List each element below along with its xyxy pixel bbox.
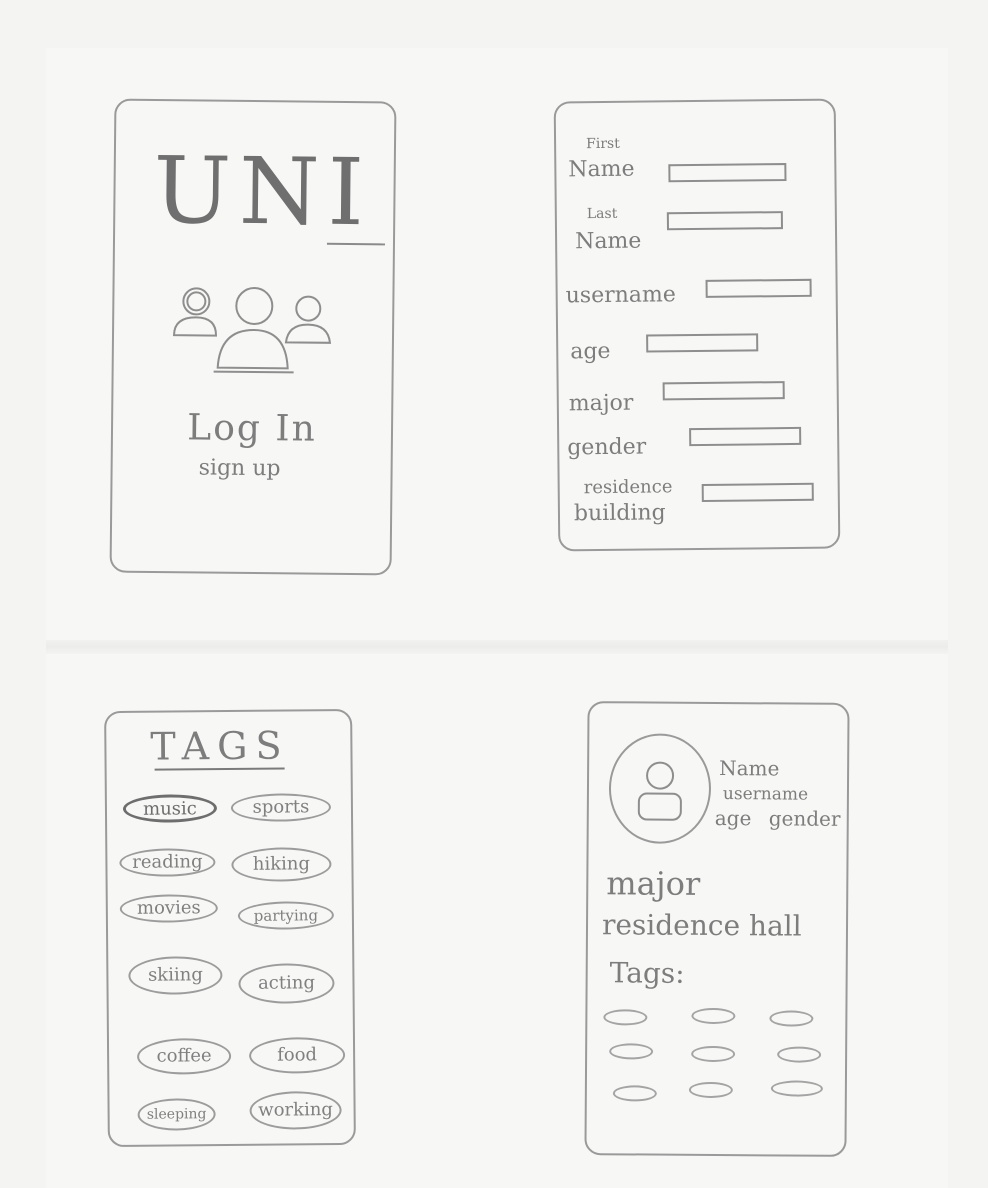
gender-field[interactable] <box>689 426 802 447</box>
app-logo: UNI <box>152 136 373 247</box>
last-name-label-top: Last <box>586 205 618 223</box>
tag-food[interactable]: food <box>248 1037 346 1074</box>
age-field[interactable] <box>646 333 759 353</box>
tags-title-underline <box>154 767 285 771</box>
last-name-label: Name <box>574 228 642 255</box>
profile-username: username <box>722 784 809 805</box>
user-icon <box>637 761 682 821</box>
first-name-field[interactable] <box>668 163 787 183</box>
tag-movies[interactable]: movies <box>119 894 218 923</box>
username-label: username <box>565 282 676 309</box>
first-name-label-top: First <box>586 135 620 153</box>
profile-screen: Name username age gender major residence… <box>584 701 850 1157</box>
tags-title: TAGS <box>150 723 290 769</box>
residence-label-top: residence <box>583 476 673 499</box>
tag-slot <box>770 1080 823 1097</box>
profile-major: major <box>606 864 701 903</box>
gender-label: gender <box>567 434 647 461</box>
first-name-label: Name <box>568 156 635 183</box>
tag-slot <box>691 1045 736 1063</box>
tag-coffee[interactable]: coffee <box>136 1037 232 1075</box>
tag-sports[interactable]: sports <box>230 793 332 822</box>
tag-slot <box>769 1010 814 1027</box>
profile-age: age <box>714 805 752 831</box>
tag-partying[interactable]: partying <box>237 901 335 930</box>
profile-name: Name <box>719 756 780 781</box>
login-link[interactable]: Log In <box>113 407 391 451</box>
age-label: age <box>570 338 611 365</box>
tag-hiking[interactable]: hiking <box>231 847 332 882</box>
tag-slot <box>777 1046 822 1063</box>
profile-residence: residence hall <box>601 908 802 943</box>
tag-slot <box>688 1081 733 1099</box>
tag-slot <box>612 1085 657 1102</box>
major-label: major <box>568 390 634 417</box>
tag-slot <box>603 1009 648 1026</box>
last-name-field[interactable] <box>666 211 784 231</box>
username-field[interactable] <box>705 278 812 298</box>
profile-tags-label: Tags: <box>609 956 685 990</box>
avatar <box>608 733 712 844</box>
tag-working[interactable]: working <box>249 1091 342 1130</box>
registration-screen: First Name Last Name username age major … <box>553 98 841 552</box>
paper-fold <box>46 640 948 654</box>
residence-label: building <box>573 500 666 527</box>
tag-music[interactable]: music <box>122 794 218 823</box>
tag-reading[interactable]: reading <box>119 848 216 877</box>
tags-screen: TAGS music sports reading hiking movies … <box>104 708 356 1148</box>
login-screen: UNI Log In sign up <box>109 98 397 576</box>
profile-gender: gender <box>768 806 841 831</box>
signup-link[interactable]: sign up <box>101 454 379 482</box>
tag-sleeping[interactable]: sleeping <box>137 1098 216 1131</box>
residence-field[interactable] <box>701 482 814 502</box>
tag-slot <box>691 1007 736 1025</box>
users-icon <box>173 287 332 374</box>
tag-slot <box>609 1043 654 1060</box>
major-field[interactable] <box>662 381 785 401</box>
tag-acting[interactable]: acting <box>238 963 335 1004</box>
tag-skiing[interactable]: skiing <box>128 956 223 995</box>
